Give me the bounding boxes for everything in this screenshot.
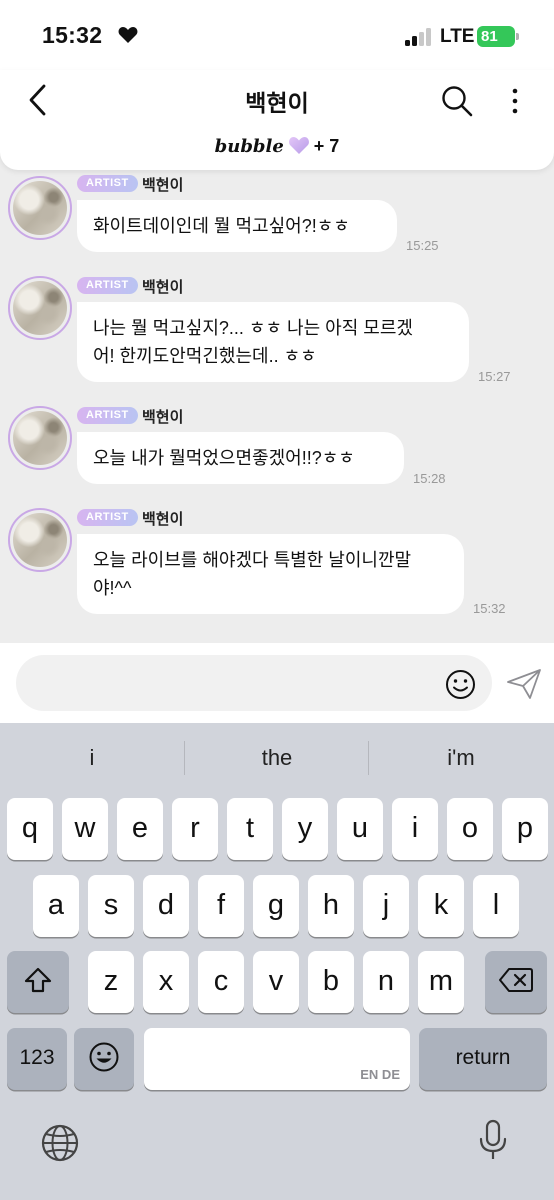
artist-badge: ARTIST bbox=[77, 407, 138, 424]
shift-key[interactable] bbox=[7, 951, 69, 1013]
sender-name: 백현이 bbox=[142, 409, 184, 426]
return-key[interactable]: return bbox=[419, 1028, 547, 1090]
status-time: 15:32 bbox=[42, 22, 103, 48]
sender-name: 백현이 bbox=[142, 511, 184, 528]
artist-badge: ARTIST bbox=[77, 175, 138, 192]
message-text-line: 야!^^ bbox=[93, 578, 132, 598]
keyboard: i the i'm q w e r t y u i o p a s d f g … bbox=[0, 723, 554, 1200]
message-text-line: 오늘 라이브를 해야겠다 특별한 날이니깐말 bbox=[93, 550, 412, 570]
key-w[interactable]: w bbox=[62, 798, 108, 860]
key-q[interactable]: q bbox=[7, 798, 53, 860]
message-text-line: 어! 한끼도안먹긴했는데.. ㅎㅎ bbox=[93, 346, 317, 366]
search-icon[interactable] bbox=[440, 84, 474, 118]
message-time: 15:32 bbox=[473, 601, 506, 616]
input-bar bbox=[0, 643, 554, 723]
key-h[interactable]: h bbox=[308, 875, 354, 937]
network-label: LTE bbox=[440, 26, 475, 47]
message-time: 15:28 bbox=[413, 471, 446, 486]
artist-badge: ARTIST bbox=[77, 277, 138, 294]
key-b[interactable]: b bbox=[308, 951, 354, 1013]
message-input[interactable] bbox=[16, 655, 492, 711]
key-v[interactable]: v bbox=[253, 951, 299, 1013]
chat-header: 백현이 bubble + 7 bbox=[0, 70, 554, 170]
status-bar: 15:32 LTE 81 bbox=[0, 0, 554, 70]
signal-icon bbox=[405, 28, 433, 46]
key-z[interactable]: z bbox=[88, 951, 134, 1013]
key-a[interactable]: a bbox=[33, 875, 79, 937]
delete-key[interactable] bbox=[485, 951, 547, 1013]
globe-icon[interactable] bbox=[40, 1123, 80, 1163]
more-icon[interactable] bbox=[505, 84, 525, 118]
key-e[interactable]: e bbox=[117, 798, 163, 860]
battery-level: 81 bbox=[481, 28, 498, 45]
emoji-keyboard-icon bbox=[89, 1042, 119, 1072]
key-n[interactable]: n bbox=[363, 951, 409, 1013]
suggestion-item[interactable]: the bbox=[185, 745, 369, 771]
microphone-icon[interactable] bbox=[478, 1119, 508, 1163]
message-time: 15:27 bbox=[478, 369, 511, 384]
battery-indicator: 81 bbox=[477, 26, 519, 47]
heart-icon bbox=[118, 27, 138, 43]
key-m[interactable]: m bbox=[418, 951, 464, 1013]
key-u[interactable]: u bbox=[337, 798, 383, 860]
key-o[interactable]: o bbox=[447, 798, 493, 860]
bubble-brand: bubble bbox=[214, 136, 284, 157]
emoji-keyboard-key[interactable] bbox=[74, 1028, 134, 1090]
key-f[interactable]: f bbox=[198, 875, 244, 937]
sender-name: 백현이 bbox=[142, 177, 184, 194]
key-k[interactable]: k bbox=[418, 875, 464, 937]
message-time: 15:25 bbox=[406, 238, 439, 253]
key-x[interactable]: x bbox=[143, 951, 189, 1013]
avatar[interactable] bbox=[8, 508, 72, 572]
sender-name: 백현이 bbox=[142, 279, 184, 296]
key-d[interactable]: d bbox=[143, 875, 189, 937]
key-l[interactable]: l bbox=[473, 875, 519, 937]
avatar[interactable] bbox=[8, 276, 72, 340]
avatar[interactable] bbox=[8, 406, 72, 470]
message-bubble[interactable]: 오늘 내가 뭘먹었으면좋겠어!!?ㅎㅎ bbox=[77, 432, 404, 484]
message-text: 화이트데이인데 뭘 먹고싶어?!ㅎㅎ bbox=[93, 216, 350, 236]
message-text-line: 나는 뭘 먹고싶지?... ㅎㅎ 나는 아직 모르겠 bbox=[93, 318, 413, 338]
message-bubble[interactable]: 오늘 라이브를 해야겠다 특별한 날이니깐말 야!^^ bbox=[77, 534, 464, 614]
emoji-icon[interactable] bbox=[445, 669, 476, 700]
key-r[interactable]: r bbox=[172, 798, 218, 860]
chat-area: ARTIST 백현이 화이트데이인데 뭘 먹고싶어?!ㅎㅎ 15:25 ARTI… bbox=[0, 150, 554, 643]
artist-badge: ARTIST bbox=[77, 509, 138, 526]
space-key[interactable]: EN DE bbox=[144, 1028, 410, 1090]
key-j[interactable]: j bbox=[363, 875, 409, 937]
suggestion-bar: i the i'm bbox=[0, 723, 554, 793]
numbers-key[interactable]: 123 bbox=[7, 1028, 67, 1090]
message-bubble[interactable]: 화이트데이인데 뭘 먹고싶어?!ㅎㅎ bbox=[77, 200, 397, 252]
key-t[interactable]: t bbox=[227, 798, 273, 860]
message-bubble[interactable]: 나는 뭘 먹고싶지?... ㅎㅎ 나는 아직 모르겠 어! 한끼도안먹긴했는데.… bbox=[77, 302, 469, 382]
delete-icon bbox=[499, 968, 533, 993]
send-icon[interactable] bbox=[506, 668, 542, 700]
space-language-hint: EN DE bbox=[360, 1067, 400, 1082]
suggestion-item[interactable]: i bbox=[0, 745, 184, 771]
shift-icon bbox=[24, 968, 52, 993]
key-p[interactable]: p bbox=[502, 798, 548, 860]
avatar[interactable] bbox=[8, 176, 72, 240]
key-s[interactable]: s bbox=[88, 875, 134, 937]
key-g[interactable]: g bbox=[253, 875, 299, 937]
member-count: + 7 bbox=[313, 136, 340, 156]
key-c[interactable]: c bbox=[198, 951, 244, 1013]
message-text: 오늘 내가 뭘먹었으면좋겠어!!?ㅎㅎ bbox=[93, 448, 355, 468]
bubble-subscription-row[interactable]: bubble + 7 bbox=[0, 136, 554, 157]
key-i[interactable]: i bbox=[392, 798, 438, 860]
key-y[interactable]: y bbox=[282, 798, 328, 860]
bubble-heart-icon bbox=[288, 137, 309, 154]
suggestion-item[interactable]: i'm bbox=[369, 745, 553, 771]
